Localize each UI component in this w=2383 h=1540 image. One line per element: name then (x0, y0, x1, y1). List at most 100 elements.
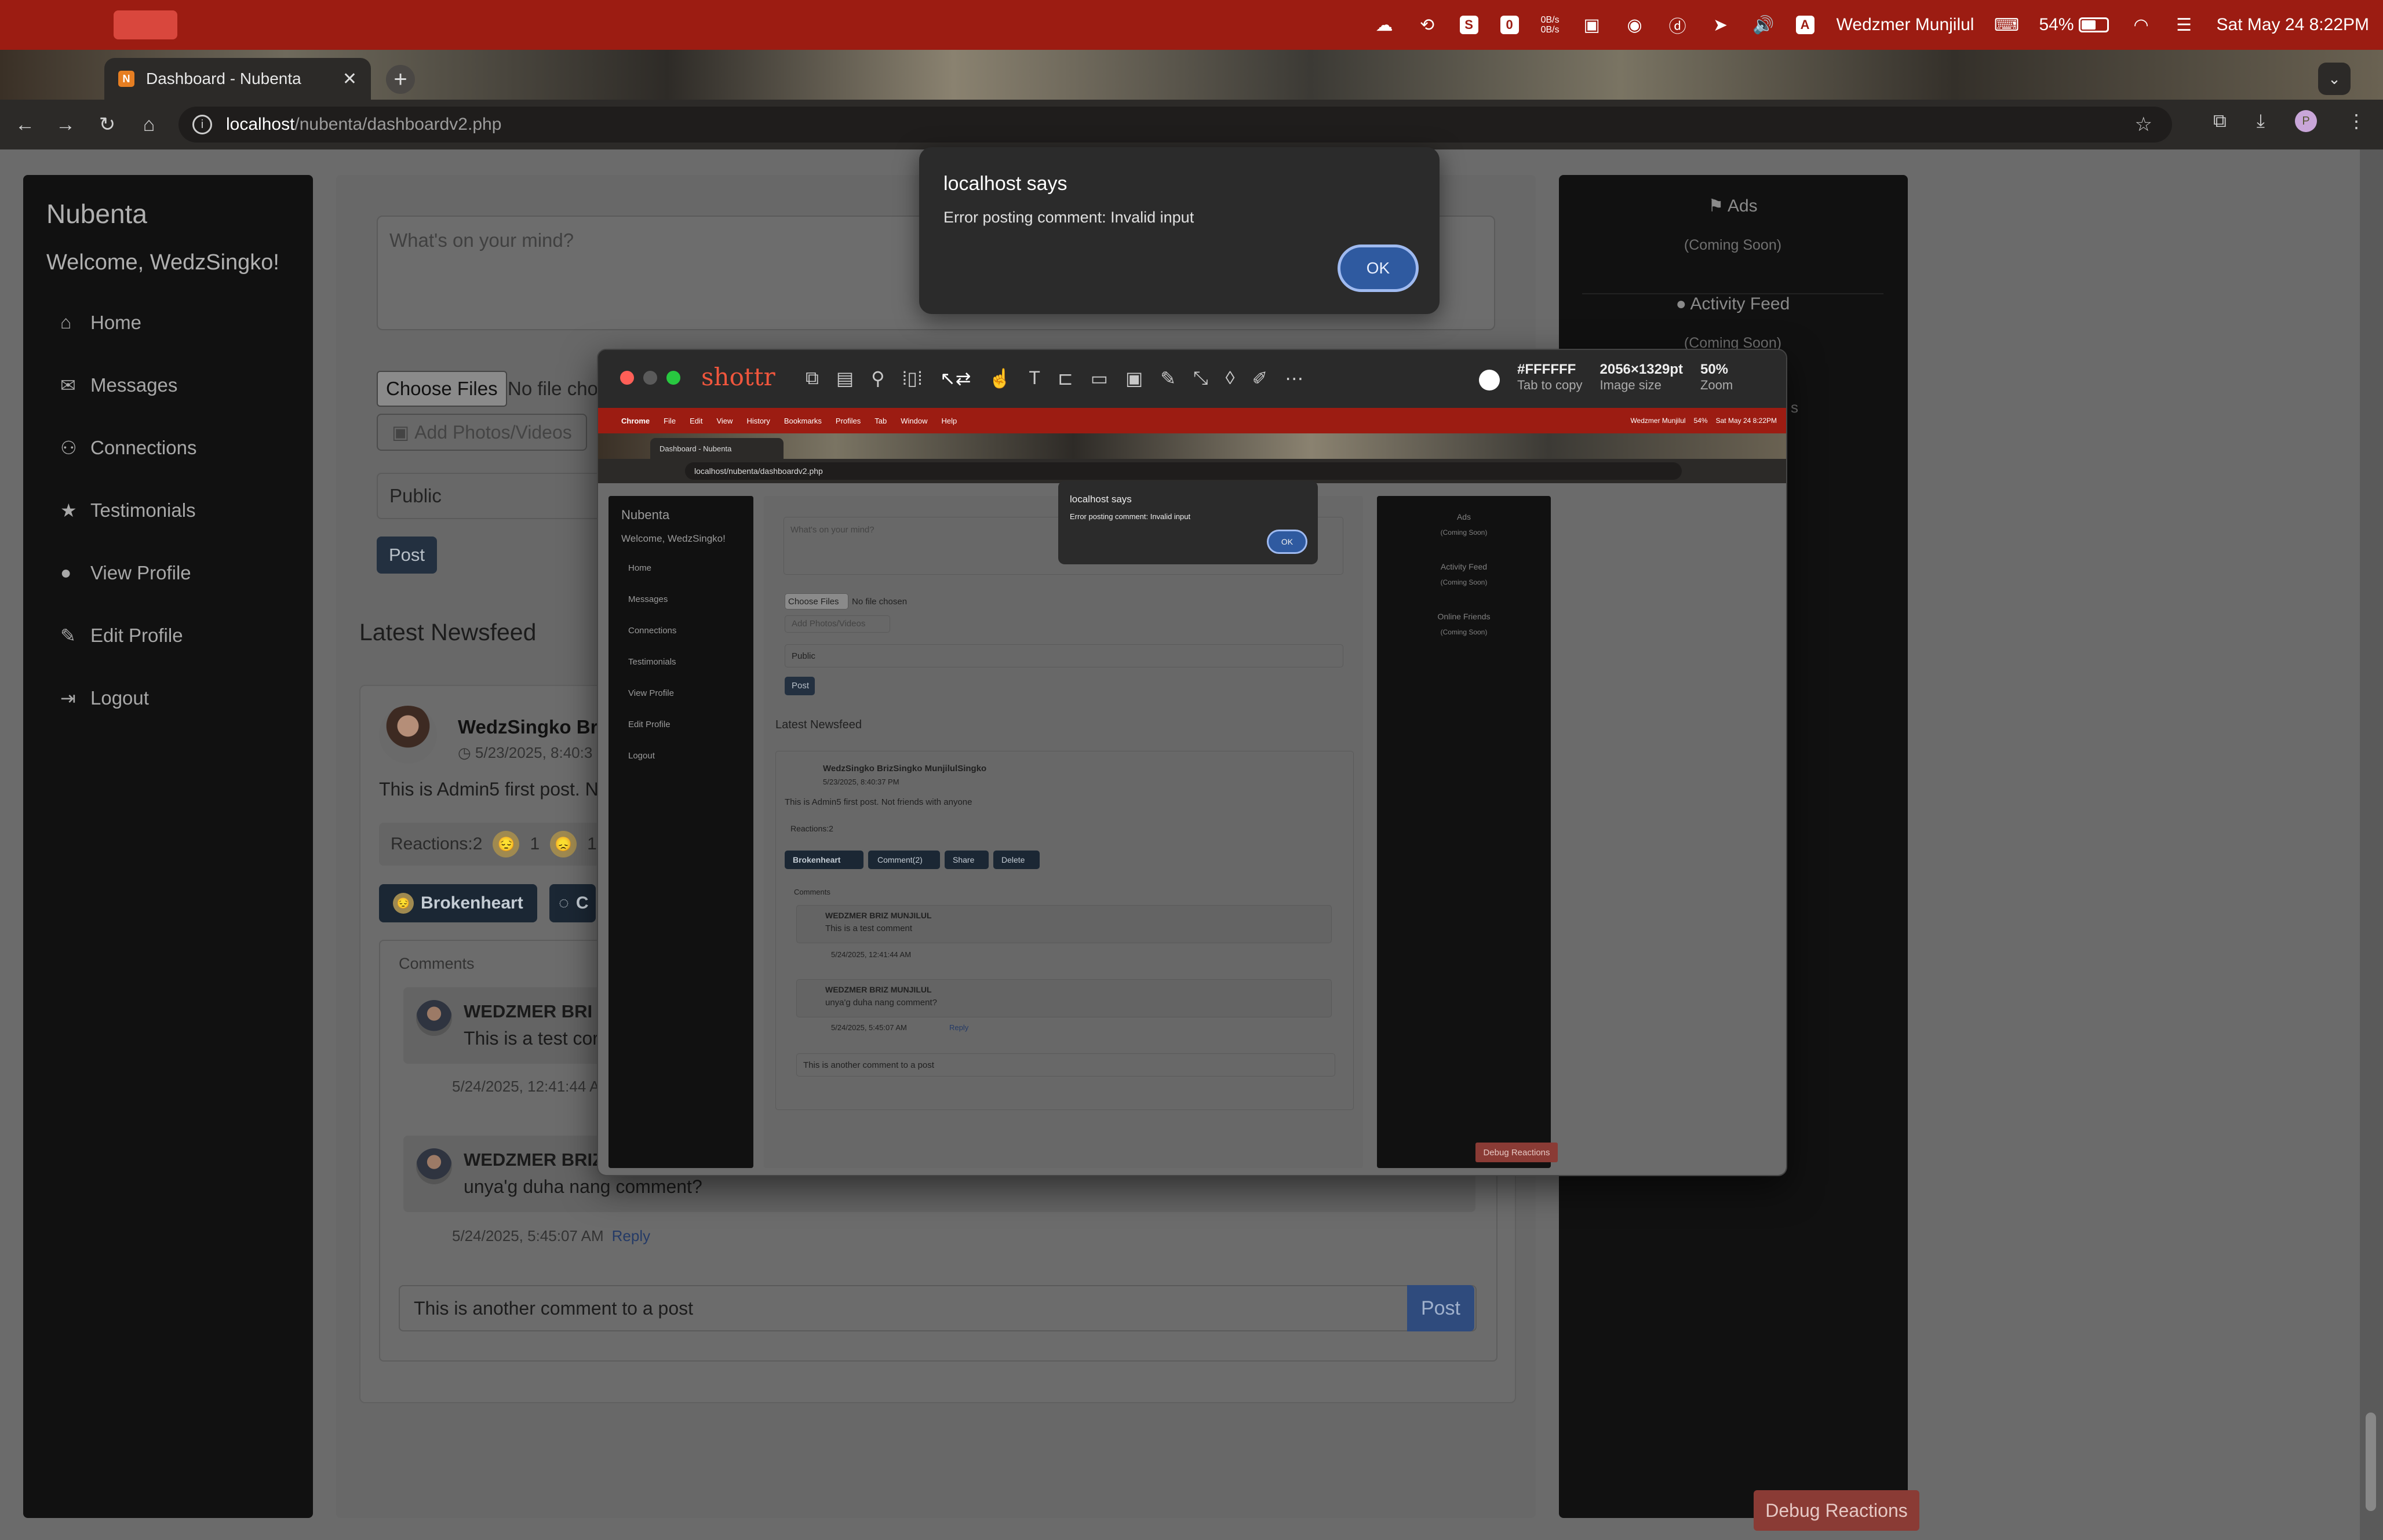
reload-icon[interactable]: ↻ (93, 110, 122, 139)
rotate-icon[interactable]: ⟲ (1417, 14, 1438, 35)
home-icon[interactable]: ⌂ (134, 110, 163, 139)
alert-title: localhost says (943, 173, 1067, 195)
zoom-readout[interactable]: 50% Zoom (1700, 362, 1733, 393)
new-tab-button[interactable]: + (386, 65, 415, 94)
wifi-icon[interactable]: ◠ (2131, 14, 2152, 35)
comment-avatar[interactable] (416, 1148, 452, 1184)
measure-icon[interactable]: ⊏ (1058, 367, 1073, 389)
tab-search-chevron-icon[interactable]: ⌄ (2318, 63, 2351, 95)
dot-icon: ● (1675, 294, 1690, 313)
keyboard-icon[interactable]: ⌨ (1994, 14, 2019, 35)
netspeed-indicator[interactable]: 0B/s 0B/s (1541, 15, 1559, 35)
highlighter-icon[interactable]: ✐ (1252, 367, 1267, 389)
alert-ok-button[interactable]: OK (1338, 244, 1419, 292)
sidebar-item-home[interactable]: ⌂ Home (60, 312, 196, 374)
a-app-icon[interactable]: A (1795, 16, 1814, 34)
browser-tab-active[interactable]: N Dashboard - Nubenta ✕ (104, 58, 371, 100)
back-arrow-icon[interactable]: ← (10, 110, 39, 139)
rectangle-icon[interactable]: ▭ (1091, 367, 1108, 389)
comment-avatar[interactable] (416, 1000, 452, 1036)
extensions-icon[interactable]: ⧉ (2213, 110, 2227, 132)
comment-text: This is a test cor (464, 1028, 599, 1049)
react-button[interactable]: 😔 Brokenheart (379, 884, 537, 922)
profile-avatar[interactable]: P (2295, 110, 2317, 132)
mini-toolbar: localhost/nubenta/dashboardv2.php (598, 459, 1786, 483)
color-swatch[interactable] (1479, 370, 1500, 391)
shottr-canvas[interactable]: Chrome File Edit View History Bookmarks Profil… (598, 408, 1786, 1175)
shottr-info: #FFFFFF Tab to copy 2056×1329pt Image size… (1479, 362, 1733, 393)
reactions-count: Reactions:2 (391, 834, 483, 853)
sidebar-item-view-profile[interactable]: ● View Profile (60, 562, 196, 625)
reply-link[interactable]: Reply (612, 1227, 650, 1245)
scroll-capture-icon[interactable]: ⁞▯⁞ (902, 367, 923, 389)
address-bar[interactable]: i localhost/nubenta/dashboardv2.php ☆ (178, 107, 2172, 143)
dropbox-icon[interactable]: ▣ (1582, 14, 1602, 35)
battery-indicator[interactable]: 54% (2039, 15, 2109, 35)
cursor-icon[interactable]: ➤ (1710, 14, 1731, 35)
image-size-readout: 2056×1329pt Image size (1599, 362, 1683, 392)
post-author[interactable]: WedzSingko Bri (458, 716, 603, 738)
close-tab-icon[interactable]: ✕ (342, 69, 357, 89)
add-photos-videos-button[interactable]: ▣ Add Photos/Videos (377, 414, 587, 451)
select-icon[interactable]: ↖⇄ (940, 367, 971, 389)
forward-arrow-icon[interactable]: → (51, 110, 80, 139)
blur-icon[interactable]: ▣ (1125, 367, 1143, 389)
menubar-datetime[interactable]: Sat May 24 8:22PM (2217, 15, 2369, 35)
sad-emoji-icon: 😞 (550, 831, 577, 857)
copy-icon[interactable]: ⧉ (806, 367, 819, 389)
site-info-icon[interactable]: i (192, 115, 212, 134)
mini-feed: What's on your mind? Choose Files No fil… (764, 496, 1363, 1168)
pin-icon[interactable]: ⚲ (871, 367, 884, 389)
url-path: /nubenta/dashboardv2.php (294, 115, 502, 134)
text-icon[interactable]: T (1029, 367, 1040, 389)
brokenheart-emoji-icon: 😔 (493, 831, 520, 857)
alert-message: Error posting comment: Invalid input (943, 209, 1194, 226)
zoom-window-icon[interactable] (666, 371, 680, 385)
save-icon[interactable]: ▤ (836, 367, 854, 389)
mini-tab: Dashboard - Nubenta (650, 438, 784, 459)
menubar-user-name[interactable]: Wedzmer Munjilul (1837, 15, 1974, 35)
download-icon[interactable]: ⤓ (2257, 110, 2265, 132)
post-button[interactable]: Post (377, 537, 437, 574)
bookmark-star-icon[interactable]: ☆ (2135, 113, 2152, 136)
comment-meta: 5/24/2025, 5:45:07 AM Reply (452, 1227, 651, 1245)
sidebar-item-connections[interactable]: ⚇ Connections (60, 437, 196, 499)
comment-button[interactable]: ◌ C (549, 884, 596, 922)
resize-icon[interactable]: ⤡ (1193, 367, 1208, 389)
debug-reactions-button[interactable]: Debug Reactions (1754, 1490, 1919, 1531)
d-app-icon[interactable]: ⓓ (1667, 14, 1688, 37)
more-icon[interactable]: ⋯ (1285, 367, 1303, 389)
shottr-brand: shottr (701, 363, 775, 391)
volume-icon[interactable]: 🔊 (1752, 14, 1774, 35)
color-readout[interactable]: #FFFFFF Tab to copy (1517, 362, 1583, 393)
sidebar-item-edit-profile[interactable]: ✎ Edit Profile (60, 625, 196, 687)
comment-input[interactable]: This is another comment to a post (399, 1285, 1477, 1331)
sidebar-item-logout[interactable]: ⇥ Logout (60, 687, 196, 750)
choose-files-button[interactable]: Choose Files (377, 371, 507, 407)
sidebar-item-messages[interactable]: ✉ Messages (60, 374, 196, 437)
hand-icon[interactable]: ☝ (989, 367, 1012, 389)
control-center-icon[interactable]: ☰ (2174, 14, 2195, 35)
square-app-icon[interactable]: 0 (1500, 16, 1519, 34)
pencil-icon[interactable]: ✎ (1160, 367, 1176, 389)
minimize-window-icon[interactable] (643, 371, 657, 385)
page-scrollbar[interactable] (2360, 149, 2383, 1540)
cloud-icon[interactable]: ☁ (1374, 14, 1395, 35)
site-favicon-icon: N (118, 71, 134, 87)
drop-icon[interactable]: ◊ (1226, 367, 1235, 389)
scrollbar-thumb[interactable] (2366, 1413, 2376, 1511)
ads-widget: ⚑ Ads (Coming Soon) (1582, 196, 1883, 294)
comment-post-button[interactable]: Post (1407, 1285, 1474, 1331)
sidebar-brand[interactable]: Nubenta (46, 198, 147, 229)
mini-menubar: Chrome File Edit View History Bookmarks Profil… (598, 408, 1786, 433)
post-body: This is Admin5 first post. No (379, 779, 609, 800)
post-author-avatar[interactable] (379, 706, 437, 764)
macos-menubar: ☁ ⟲ S 0 0B/s 0B/s ▣ ◉ ⓓ ➤ 🔊 A Wedzmer Mun… (0, 0, 2383, 50)
chrome-menu-icon[interactable]: ⋮ (2347, 110, 2366, 132)
grammarly-icon[interactable]: ◉ (1624, 14, 1645, 35)
close-window-icon[interactable] (620, 371, 634, 385)
brokenheart-emoji-icon: 😔 (393, 893, 414, 914)
comment-author[interactable]: WEDZMER BRI (464, 1001, 592, 1022)
s-app-icon[interactable]: S (1459, 16, 1478, 34)
sidebar-item-testimonials[interactable]: ★ Testimonials (60, 499, 196, 562)
